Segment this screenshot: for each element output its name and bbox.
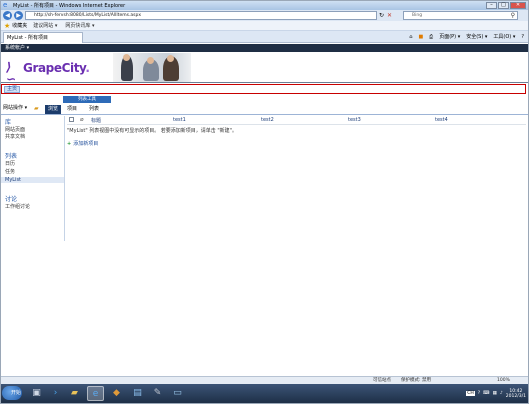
tab-items[interactable]: 项目 (67, 105, 77, 114)
favorites-label[interactable]: 收藏夹 (12, 22, 27, 29)
sp-top-bar: 系统帐户 ▾ (1, 44, 528, 52)
address-bar[interactable]: http://sh-fervsh:8080/Lists/MyList/AllIt… (25, 11, 377, 20)
favorites-item-suggested[interactable]: 建议网站 ▾ (33, 22, 57, 29)
empty-list-message: "MyList" 列表视图中没有可显示的项目。 若要添加新项目，请单击 "新建"… (67, 128, 237, 134)
attachment-icon: ⌀ (80, 116, 84, 123)
window-icon[interactable]: ▤ (129, 386, 146, 401)
minimize-button[interactable]: – (486, 2, 497, 9)
breadcrumb-home[interactable]: 主页 (4, 86, 21, 93)
site-banner: ⟩∽ GrapeCity. (1, 52, 528, 86)
list-tools-group: 列表工具 (63, 96, 111, 103)
banner-face (123, 54, 130, 61)
site-actions-menu[interactable]: 网站操作 ▾ (3, 105, 27, 112)
keyboard-icon[interactable]: ⌨ (483, 391, 490, 396)
ie-window: e MyList - 所有项目 - Windows Internet Explo… (0, 0, 529, 404)
list-header-row: ⌀ 标题 test1 test2 test3 test4 (67, 116, 526, 125)
command-bar: ⌂ ■ ⎙ 页面(P) ▾ 安全(S) ▾ 工具(O) ▾ ? (409, 33, 524, 41)
powershell-icon[interactable]: › (47, 386, 64, 401)
logo-dot: . (85, 61, 90, 75)
tab-row: MyList - 所有项目 ⌂ ■ ⎙ 页面(P) ▾ 安全(S) ▾ 工具(O… (1, 31, 528, 43)
ql-item-site-pages[interactable]: 网站页面 (5, 126, 25, 133)
home-icon[interactable]: ⌂ (409, 33, 412, 41)
banner-face (167, 55, 174, 62)
column-header-test4[interactable]: test4 (435, 117, 448, 123)
clock[interactable]: 10:42 2012/3/1 (506, 389, 526, 399)
start-button[interactable]: 开始 (2, 386, 22, 400)
print-icon[interactable]: ⎙ (429, 33, 433, 41)
network-icon[interactable]: ▦ (493, 391, 497, 396)
column-header-test3[interactable]: test3 (348, 117, 361, 123)
breadcrumb-bar: 主页 (1, 84, 526, 94)
search-input[interactable]: Bing ⚲ (403, 11, 518, 20)
forward-button[interactable]: ▶ (14, 11, 23, 20)
user-menu[interactable]: 系统帐户 ▾ (5, 45, 29, 51)
ribbon: 网站操作 ▾ ▰ 浏览 列表工具 项目 列表 (1, 95, 528, 115)
add-new-item-link[interactable]: + 添加新项目 (67, 140, 98, 147)
app-icon[interactable]: ◆ (108, 386, 125, 401)
volume-icon[interactable]: ♪ (500, 391, 503, 396)
windows-taskbar: 开始 ▣ › ▰ e ◆ ▤ ✎ ▭ CH ? ⌨ ▦ ♪ 10:42 2012… (1, 384, 528, 403)
system-tray: CH ? ⌨ ▦ ♪ 10:42 2012/3/1 (466, 386, 526, 401)
command-safety[interactable]: 安全(S) ▾ (466, 33, 487, 41)
favorites-item-webslice[interactable]: 网页快讯库 ▾ (65, 22, 94, 29)
ql-heading-libraries[interactable]: 库 (5, 117, 11, 126)
stop-icon[interactable]: ✕ (387, 12, 392, 19)
command-tools[interactable]: 工具(O) ▾ (493, 33, 515, 41)
favorites-star-icon[interactable]: ★ (4, 22, 10, 30)
list-view: ⌀ 标题 test1 test2 test3 test4 "MyList" 列表… (67, 116, 526, 196)
add-new-item-label: 添加新项目 (73, 141, 99, 147)
back-button[interactable]: ◀ (3, 11, 12, 20)
ql-heading-discussions[interactable]: 讨论 (5, 194, 17, 203)
window-title-bar: e MyList - 所有项目 - Windows Internet Explo… (1, 1, 528, 10)
window-controls: – □ ✕ (486, 2, 526, 9)
help-icon[interactable]: ? (521, 33, 524, 41)
browser-status-bar: 可信站点 保护模式: 禁用 100% (1, 376, 528, 384)
column-header-test2[interactable]: test2 (261, 117, 274, 123)
search-icon[interactable]: ⚲ (511, 12, 515, 19)
logo-text: GrapeCity (23, 61, 86, 75)
address-row: ◀ ▶ http://sh-fervsh:8080/Lists/MyList/A… (1, 10, 528, 21)
maximize-button[interactable]: □ (498, 2, 509, 9)
tray-help-icon[interactable]: ? (478, 391, 480, 396)
ql-item-tasks[interactable]: 任务 (5, 168, 15, 175)
ql-item-shared-docs[interactable]: 共享文档 (5, 133, 25, 140)
address-actions: ↻ ✕ (379, 12, 392, 19)
folder-icon[interactable]: ▰ (34, 105, 39, 112)
clock-date: 2012/3/1 (505, 393, 526, 399)
select-all-checkbox[interactable] (69, 117, 74, 122)
explorer-icon[interactable]: ▰ (66, 386, 83, 401)
browser-tab[interactable]: MyList - 所有项目 (3, 32, 83, 43)
column-header-title[interactable]: 标题 (91, 117, 101, 124)
paint-icon[interactable]: ✎ (149, 386, 166, 401)
grapecity-logo-icon: ⟩∽ (6, 60, 17, 86)
search-placeholder: Bing (412, 13, 423, 18)
ql-item-team-discussion[interactable]: 工作组讨论 (5, 203, 30, 210)
favorites-bar: ★ 收藏夹 建议网站 ▾ 网页快讯库 ▾ (1, 21, 528, 31)
banner-face (147, 57, 154, 64)
ql-heading-lists[interactable]: 列表 (5, 151, 17, 160)
column-header-test1[interactable]: test1 (173, 117, 186, 123)
tab-browse[interactable]: 浏览 (45, 105, 62, 114)
quick-launch: 库 网站页面 共享文档 列表 日历 任务 MyList 讨论 工作组讨论 (1, 116, 65, 241)
command-page[interactable]: 页面(P) ▾ (439, 33, 460, 41)
site-logo[interactable]: GrapeCity. (23, 61, 90, 75)
add-icon: + (67, 141, 72, 147)
refresh-icon[interactable]: ↻ (379, 12, 384, 19)
close-button[interactable]: ✕ (510, 2, 526, 9)
document-icon[interactable]: ▭ (169, 386, 186, 401)
banner-photo (113, 53, 191, 82)
language-indicator[interactable]: CH (466, 391, 475, 396)
ql-item-calendar[interactable]: 日历 (5, 160, 15, 167)
window-title: MyList - 所有项目 - Windows Internet Explore… (13, 3, 126, 9)
ie-logo-icon: e (3, 1, 8, 9)
tab-list[interactable]: 列表 (89, 105, 99, 114)
ql-item-mylist[interactable]: MyList (1, 177, 64, 183)
server-manager-icon[interactable]: ▣ (28, 386, 45, 401)
feeds-icon[interactable]: ■ (418, 33, 423, 41)
internet-explorer-icon[interactable]: e (87, 386, 104, 401)
